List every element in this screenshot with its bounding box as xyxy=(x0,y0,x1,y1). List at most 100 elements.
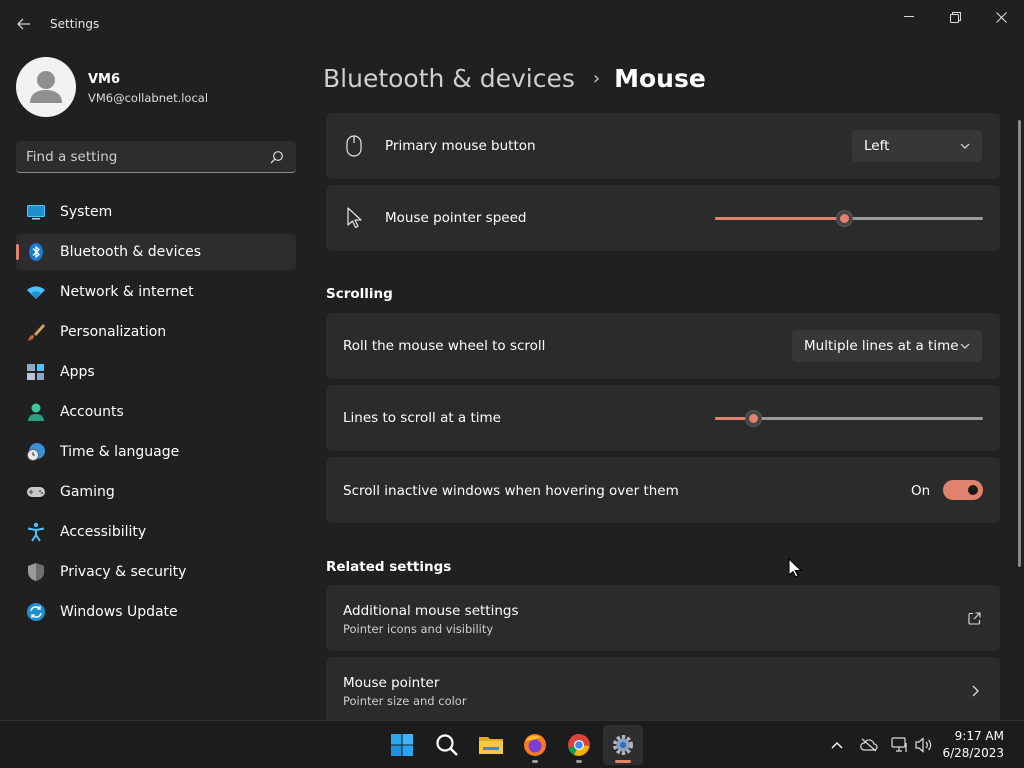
user-email: VM6@collabnet.local xyxy=(88,91,209,105)
sidebar-item-label: System xyxy=(60,204,113,220)
taskbar-chrome[interactable] xyxy=(559,725,599,765)
sidebar-nav: System Bluetooth & devices Network & int… xyxy=(16,194,296,634)
scrollbar[interactable] xyxy=(1018,120,1021,567)
scroll-inactive-toggle[interactable] xyxy=(943,480,983,500)
person-icon xyxy=(30,71,62,103)
sidebar-item-bluetooth-devices[interactable]: Bluetooth & devices xyxy=(16,234,296,270)
taskbar-firefox[interactable] xyxy=(515,725,555,765)
network-tray[interactable] xyxy=(890,735,910,755)
globe-clock-icon xyxy=(27,443,45,461)
close-button[interactable] xyxy=(987,8,1015,26)
mouse-pointer-link[interactable]: Mouse pointer Pointer size and color xyxy=(326,657,1000,720)
scroll-inactive-card: Scroll inactive windows when hovering ov… xyxy=(326,457,1000,523)
settings-icon xyxy=(613,735,633,755)
close-icon xyxy=(995,11,1007,23)
sidebar-item-network[interactable]: Network & internet xyxy=(16,274,296,310)
update-icon xyxy=(27,603,45,621)
lines-to-scroll-slider[interactable] xyxy=(715,408,983,428)
mouse-pointer-label: Mouse pointer xyxy=(343,675,440,691)
show-hidden-icons-button[interactable] xyxy=(827,735,847,755)
chevron-right-icon: › xyxy=(592,67,601,89)
roll-wheel-card: Roll the mouse wheel to scroll Multiple … xyxy=(326,313,1000,379)
pointer-speed-label: Mouse pointer speed xyxy=(385,210,527,226)
mouse-icon xyxy=(346,135,362,157)
accessibility-icon xyxy=(27,522,45,542)
additional-mouse-settings-link[interactable]: Additional mouse settings Pointer icons … xyxy=(326,585,1000,651)
search-icon xyxy=(436,734,458,756)
start-button[interactable] xyxy=(382,725,422,765)
running-indicator xyxy=(532,760,538,763)
primary-mouse-button-dropdown[interactable]: Left xyxy=(852,130,982,162)
related-settings-title: Related settings xyxy=(326,559,452,575)
sidebar-item-label: Privacy & security xyxy=(60,564,187,580)
volume-tray[interactable] xyxy=(914,735,934,755)
taskbar-search-button[interactable] xyxy=(427,725,467,765)
sidebar-item-label: Apps xyxy=(60,364,95,380)
title-bar: Settings xyxy=(0,0,1024,48)
sidebar-item-personalization[interactable]: Personalization xyxy=(16,314,296,350)
pointer-speed-slider[interactable] xyxy=(715,208,983,228)
slider-thumb[interactable] xyxy=(835,210,853,227)
scrolling-section-title: Scrolling xyxy=(326,286,393,302)
avatar[interactable] xyxy=(16,57,76,117)
minimize-icon xyxy=(904,16,914,17)
sidebar-item-apps[interactable]: Apps xyxy=(16,354,296,390)
taskbar-settings[interactable] xyxy=(603,725,643,765)
roll-wheel-dropdown[interactable]: Multiple lines at a time xyxy=(792,330,982,362)
sidebar-item-time-language[interactable]: Time & language xyxy=(16,434,296,470)
clock-date[interactable]: 6/28/2023 xyxy=(942,746,1004,760)
chevron-down-icon xyxy=(960,143,970,149)
toggle-knob xyxy=(968,485,978,495)
primary-mouse-button-label: Primary mouse button xyxy=(385,138,536,154)
sidebar-item-label: Accessibility xyxy=(60,524,147,540)
sidebar-item-accounts[interactable]: Accounts xyxy=(16,394,296,430)
search-icon[interactable] xyxy=(270,150,284,164)
breadcrumb: Bluetooth & devices › Mouse xyxy=(323,58,706,98)
cloud-offline-icon xyxy=(860,738,878,752)
open-external-icon xyxy=(968,612,981,625)
scroll-inactive-label: Scroll inactive windows when hovering ov… xyxy=(343,483,679,499)
sidebar-item-label: Accounts xyxy=(60,404,124,420)
slider-thumb[interactable] xyxy=(744,410,762,427)
network-icon xyxy=(891,737,907,752)
clock-time[interactable]: 9:17 AM xyxy=(955,729,1004,743)
bluetooth-icon xyxy=(29,243,43,261)
toggle-state-label: On xyxy=(911,483,931,499)
sidebar-item-windows-update[interactable]: Windows Update xyxy=(16,594,296,630)
lines-to-scroll-card: Lines to scroll at a time xyxy=(326,385,1000,451)
monitor-icon xyxy=(27,205,45,220)
sidebar-item-privacy[interactable]: Privacy & security xyxy=(16,554,296,590)
chevron-up-icon xyxy=(831,742,843,749)
taskbar-file-explorer[interactable] xyxy=(471,725,511,765)
mouse-pointer-sublabel: Pointer size and color xyxy=(343,694,467,708)
dropdown-value: Multiple lines at a time xyxy=(804,338,959,354)
chevron-right-icon xyxy=(972,685,979,697)
minimize-button[interactable] xyxy=(895,8,923,26)
wifi-icon xyxy=(27,286,45,299)
sidebar-item-label: Gaming xyxy=(60,484,115,500)
sidebar-item-label: Windows Update xyxy=(60,604,178,620)
app-title: Settings xyxy=(50,17,100,31)
taskbar: 9:17 AM 6/28/2023 xyxy=(0,720,1024,768)
search-input[interactable] xyxy=(16,141,266,172)
file-explorer-icon xyxy=(479,737,503,754)
apps-icon xyxy=(27,364,44,380)
sidebar-item-label: Time & language xyxy=(60,444,180,460)
back-button[interactable] xyxy=(14,14,34,34)
brush-icon xyxy=(28,324,45,341)
sidebar-item-system[interactable]: System xyxy=(16,194,296,230)
sidebar-item-accessibility[interactable]: Accessibility xyxy=(16,514,296,550)
pointer-speed-card: Mouse pointer speed xyxy=(326,185,1000,251)
shield-icon xyxy=(28,563,44,581)
breadcrumb-parent[interactable]: Bluetooth & devices xyxy=(323,64,575,93)
additional-mouse-label: Additional mouse settings xyxy=(343,603,519,619)
chevron-down-icon xyxy=(960,343,970,349)
maximize-button[interactable] xyxy=(941,8,969,26)
primary-mouse-button-card: Primary mouse button Left xyxy=(326,113,1000,179)
onedrive-tray[interactable] xyxy=(859,735,879,755)
search-box[interactable] xyxy=(16,141,296,173)
sidebar-item-label: Personalization xyxy=(60,324,167,340)
mouse-cursor-icon xyxy=(788,558,802,578)
sidebar-item-gaming[interactable]: Gaming xyxy=(16,474,296,510)
lines-to-scroll-label: Lines to scroll at a time xyxy=(343,410,501,426)
